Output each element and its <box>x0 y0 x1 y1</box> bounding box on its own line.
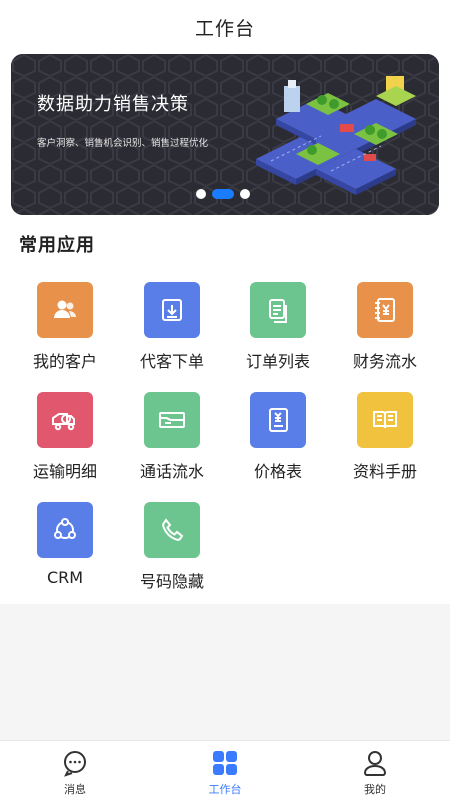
app-label: CRM <box>46 568 84 587</box>
grid-icon <box>211 749 239 777</box>
app-place-order[interactable]: 代客下单 <box>119 282 225 382</box>
tab-label: 我的 <box>364 783 386 796</box>
truck-icon <box>37 392 93 448</box>
app-label: 号码隐藏 <box>139 572 204 591</box>
tab-label: 工作台 <box>208 783 242 796</box>
header: 工作台 <box>0 0 450 54</box>
app-label: 财务流水 <box>352 352 417 371</box>
app-call-records[interactable]: 通话流水 <box>119 392 225 492</box>
tab-me[interactable]: 我的 <box>300 741 450 801</box>
app-label: 订单列表 <box>245 352 310 371</box>
customers-icon <box>37 282 93 338</box>
banner-subtitle: 客户洞察、销售机会识别、销售过程优化 <box>37 138 209 149</box>
app-crm[interactable]: CRM <box>12 502 118 602</box>
user-icon <box>361 749 389 777</box>
banner-carousel[interactable]: 数据助力销售决策 客户洞察、销售机会识别、销售过程优化 <box>11 54 439 215</box>
page-title: 工作台 <box>194 17 255 40</box>
manual-book-icon <box>357 392 413 448</box>
crm-network-icon <box>37 502 93 558</box>
app-label: 我的客户 <box>32 352 97 371</box>
app-label: 运输明细 <box>32 462 97 481</box>
app-label: 通话流水 <box>139 462 204 481</box>
app-label: 价格表 <box>253 462 302 481</box>
app-my-customers[interactable]: 我的客户 <box>12 282 118 382</box>
tab-label: 消息 <box>64 783 86 796</box>
price-book-icon <box>250 392 306 448</box>
carousel-dot[interactable] <box>196 189 206 199</box>
finance-notebook-icon <box>357 282 413 338</box>
banner-headline: 数据助力销售决策 <box>37 94 189 115</box>
app-manual[interactable]: 资料手册 <box>332 392 438 492</box>
carousel-dot[interactable] <box>240 189 250 199</box>
bottom-tab-bar: 消息 工作台 我的 <box>0 740 450 801</box>
tab-workbench[interactable]: 工作台 <box>150 741 300 801</box>
download-order-icon <box>144 282 200 338</box>
city-map-illustration <box>256 76 416 195</box>
app-transport-details[interactable]: 运输明细 <box>12 392 118 492</box>
app-label: 资料手册 <box>352 462 417 481</box>
app-price-list[interactable]: 价格表 <box>225 392 331 492</box>
phone-icon <box>144 502 200 558</box>
app-finance-flow[interactable]: 财务流水 <box>332 282 438 382</box>
carousel-indicator <box>196 189 250 199</box>
app-number-hide[interactable]: 号码隐藏 <box>119 502 225 602</box>
message-icon <box>61 749 89 777</box>
section-title: 常用应用 <box>19 235 95 256</box>
tab-messages[interactable]: 消息 <box>0 741 150 801</box>
app-order-list[interactable]: 订单列表 <box>225 282 331 382</box>
app-label: 代客下单 <box>139 352 204 371</box>
call-record-icon <box>144 392 200 448</box>
order-list-icon <box>250 282 306 338</box>
carousel-dot-active[interactable] <box>212 189 234 199</box>
